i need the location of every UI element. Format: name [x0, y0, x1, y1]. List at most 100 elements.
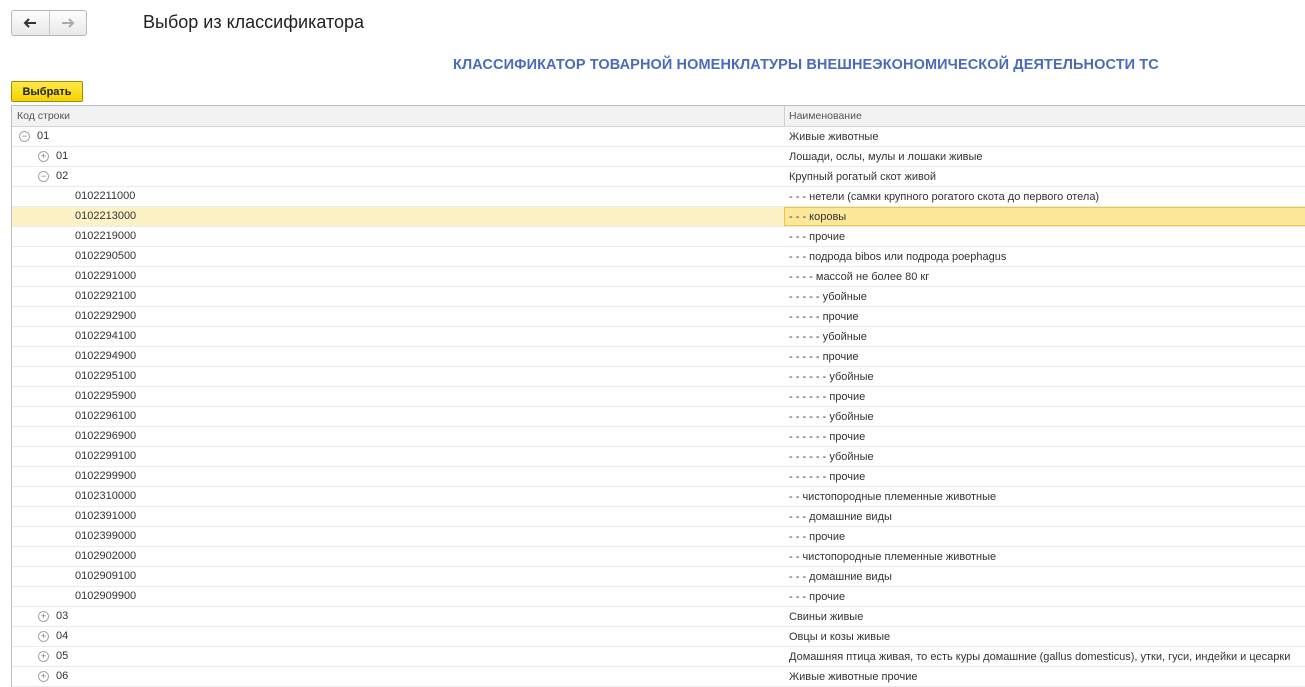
- collapse-icon[interactable]: −: [38, 171, 49, 182]
- row-code-cell: 0102211000: [12, 187, 784, 206]
- row-code: 0102909100: [75, 570, 137, 582]
- row-code: 0102292900: [75, 310, 137, 322]
- row-code-cell: 0102292900: [12, 307, 784, 326]
- expand-icon[interactable]: +: [38, 631, 49, 642]
- table-row[interactable]: −01 Живые животные: [12, 127, 1305, 147]
- row-code: 0102213000: [75, 210, 137, 222]
- row-name: - - - - - прочие: [789, 310, 859, 323]
- table-row[interactable]: 0102399000 - - - прочие: [12, 527, 1305, 547]
- row-code: 0102295100: [75, 370, 137, 382]
- row-name: - - - - - - убойные: [789, 370, 874, 383]
- table-row[interactable]: 0102294900 - - - - - прочие: [12, 347, 1305, 367]
- expand-icon[interactable]: +: [38, 151, 49, 162]
- table-row[interactable]: 0102292900 - - - - - прочие: [12, 307, 1305, 327]
- row-code: 0102295900: [75, 390, 137, 402]
- row-code: 03: [56, 610, 69, 622]
- row-code: 0102310000: [75, 490, 137, 502]
- row-name: - - - прочие: [789, 590, 846, 603]
- table-row[interactable]: 0102292100 - - - - - убойные: [12, 287, 1305, 307]
- row-name: Живые животные: [789, 130, 879, 143]
- row-code-cell: 0102213000: [12, 207, 784, 226]
- row-code-cell: +06: [12, 667, 784, 686]
- row-code: 0102294900: [75, 350, 137, 362]
- table-body: −01 Живые животные +01 Лошади, ослы, мулы и…: [12, 127, 1305, 687]
- row-name: - - - - - - убойные: [789, 410, 874, 423]
- table-row[interactable]: +01 Лошади, ослы, мулы и лошаки живые: [12, 147, 1305, 167]
- row-code: 0102902000: [75, 550, 137, 562]
- row-name: - - - - - - убойные: [789, 450, 874, 463]
- column-header-name[interactable]: Наименование: [785, 106, 1305, 126]
- table-row[interactable]: 0102909900 - - - прочие: [12, 587, 1305, 607]
- table-row[interactable]: 0102296900 - - - - - - прочие: [12, 427, 1305, 447]
- row-code-cell: 0102219000: [12, 227, 784, 246]
- row-code: 06: [56, 670, 69, 682]
- table-row[interactable]: 0102909100 - - - домашние виды: [12, 567, 1305, 587]
- row-code-cell: 0102299900: [12, 467, 784, 486]
- row-code: 0102211000: [75, 190, 136, 202]
- row-code-cell: 0102295100: [12, 367, 784, 386]
- row-name: - - - нетели (самки крупного рогатого ск…: [789, 190, 1100, 203]
- back-button[interactable]: [12, 11, 49, 35]
- row-code-cell: 0102296100: [12, 407, 784, 426]
- table-row[interactable]: 0102296100 - - - - - - убойные: [12, 407, 1305, 427]
- table-row[interactable]: 0102213000 - - - коровы: [12, 207, 1305, 227]
- column-header-code[interactable]: Код строки: [12, 106, 785, 126]
- row-name: Свиньи живые: [789, 610, 864, 623]
- table-row[interactable]: −02 Крупный рогатый скот живой: [12, 167, 1305, 187]
- table-row[interactable]: 0102219000 - - - прочие: [12, 227, 1305, 247]
- row-code: 05: [56, 650, 69, 662]
- expand-icon[interactable]: +: [38, 611, 49, 622]
- table-row[interactable]: 0102299900 - - - - - - прочие: [12, 467, 1305, 487]
- table-row[interactable]: 0102902000 - - чистопородные племенные жи…: [12, 547, 1305, 567]
- table-row[interactable]: 0102290500 - - - подрода bibos или подрод…: [12, 247, 1305, 267]
- collapse-icon[interactable]: −: [19, 131, 30, 142]
- row-code: 0102299900: [75, 470, 137, 482]
- table-row[interactable]: 0102299100 - - - - - - убойные: [12, 447, 1305, 467]
- table-row[interactable]: 0102310000 - - чистопородные племенные жи…: [12, 487, 1305, 507]
- table-row[interactable]: 0102295900 - - - - - - прочие: [12, 387, 1305, 407]
- expand-icon[interactable]: +: [38, 671, 49, 682]
- table-row[interactable]: 0102211000 - - - нетели (самки крупного р…: [12, 187, 1305, 207]
- row-code-cell: 0102902000: [12, 547, 784, 566]
- row-code-cell: 0102299100: [12, 447, 784, 466]
- table-header: Код строки Наименование: [12, 106, 1305, 127]
- row-name: - - - домашние виды: [789, 570, 892, 583]
- row-code-cell: 0102294900: [12, 347, 784, 366]
- row-code-cell: 0102291000: [12, 267, 784, 286]
- row-code-cell: −02: [12, 167, 784, 186]
- row-code-cell: +05: [12, 647, 784, 666]
- table-row[interactable]: 0102291000 - - - - массой не более 80 кг: [12, 267, 1305, 287]
- row-code: 0102299100: [75, 450, 137, 462]
- table-row[interactable]: 0102391000 - - - домашние виды: [12, 507, 1305, 527]
- row-name: - - - коровы: [784, 207, 1305, 226]
- row-code: 0102291000: [75, 270, 137, 282]
- row-code-cell: 0102294100: [12, 327, 784, 346]
- row-code: 01: [37, 130, 50, 142]
- select-button[interactable]: Выбрать: [11, 81, 83, 102]
- row-name: - - - - - - прочие: [789, 470, 866, 483]
- row-code: 0102391000: [75, 510, 137, 522]
- table-row[interactable]: +03 Свиньи живые: [12, 607, 1305, 627]
- forward-button[interactable]: [48, 11, 87, 35]
- table-row[interactable]: +06 Живые животные прочие: [12, 667, 1305, 687]
- row-name: - - - - массой не более 80 кг: [789, 270, 930, 283]
- table-row[interactable]: 0102295100 - - - - - - убойные: [12, 367, 1305, 387]
- table-row[interactable]: +04 Овцы и козы живые: [12, 627, 1305, 647]
- row-code: 0102909900: [75, 590, 137, 602]
- row-name: Домашняя птица живая, то есть куры домаш…: [789, 650, 1291, 663]
- row-name: - - чистопородные племенные животные: [789, 550, 997, 563]
- table-row[interactable]: +05 Домашняя птица живая, то есть куры до…: [12, 647, 1305, 667]
- row-name: - - - прочие: [789, 230, 846, 243]
- expand-icon[interactable]: +: [38, 651, 49, 662]
- table-row[interactable]: 0102294100 - - - - - убойные: [12, 327, 1305, 347]
- row-code: 0102294100: [75, 330, 137, 342]
- row-code: 01: [56, 150, 69, 162]
- row-name: - - чистопородные племенные животные: [789, 490, 997, 503]
- row-name: - - - - - - прочие: [789, 390, 866, 403]
- row-name: - - - подрода bibos или подрода poephagu…: [789, 250, 1007, 263]
- arrow-right-icon: [61, 18, 75, 28]
- row-code: 0102399000: [75, 530, 137, 542]
- row-code-cell: 0102399000: [12, 527, 784, 546]
- row-code-cell: 0102909100: [12, 567, 784, 586]
- row-name: - - - - - прочие: [789, 350, 859, 363]
